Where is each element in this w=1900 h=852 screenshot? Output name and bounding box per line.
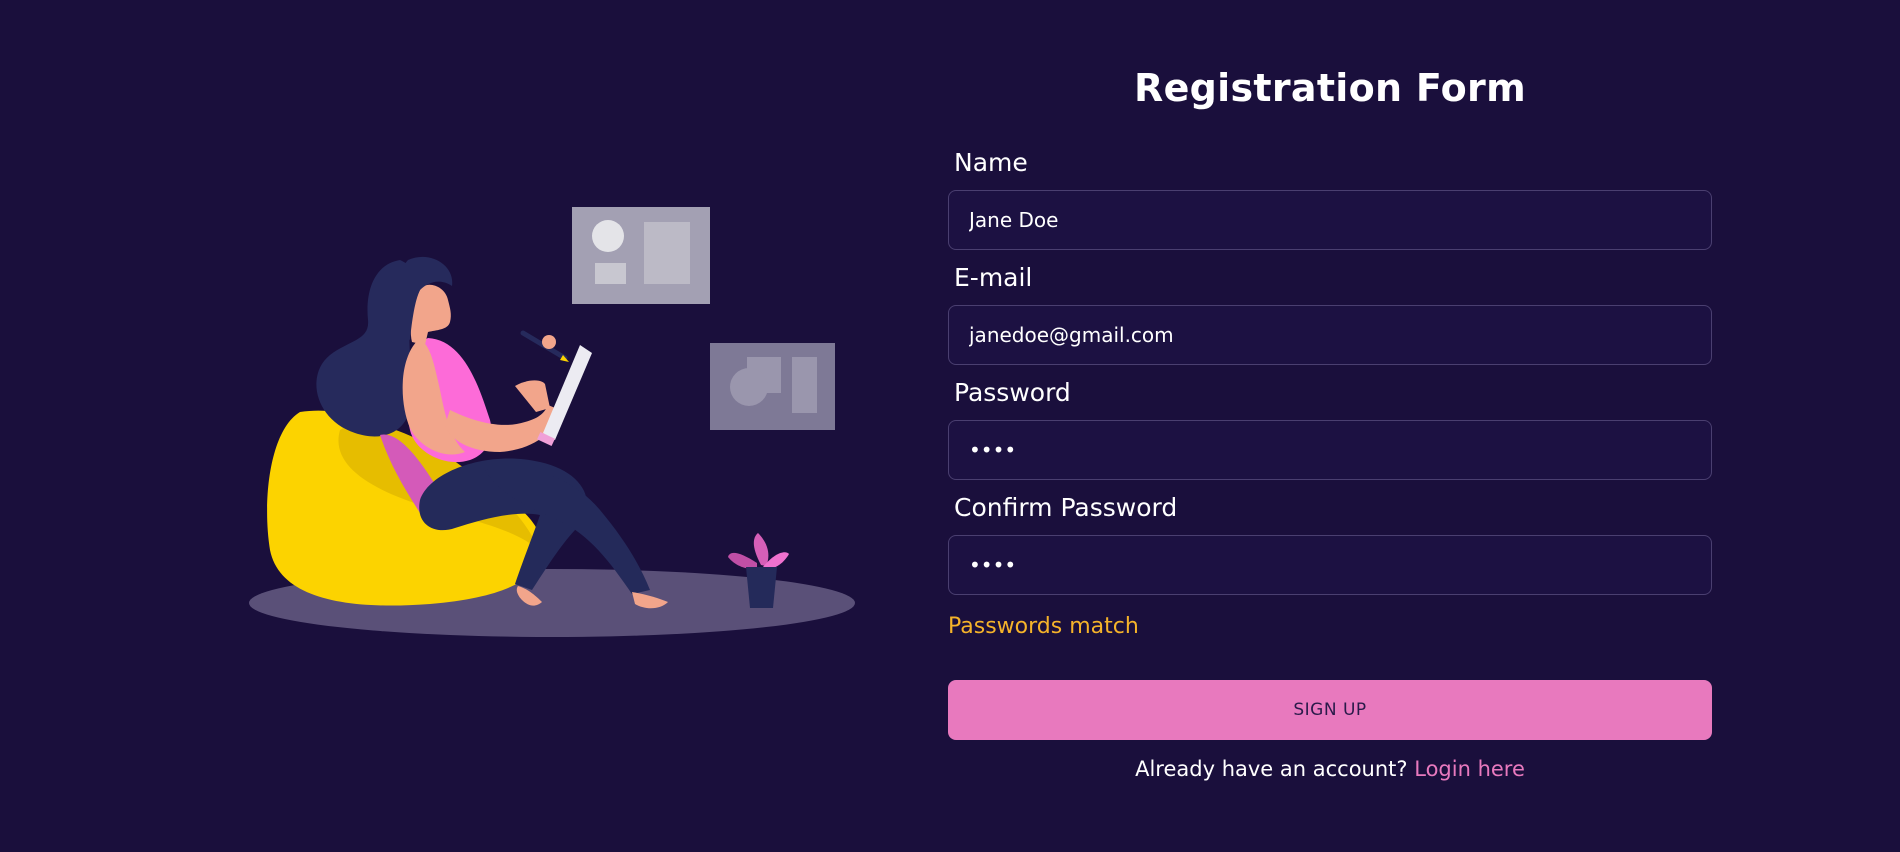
name-input[interactable] [948, 190, 1712, 250]
wall-frame-bottom [710, 343, 835, 430]
sign-up-button[interactable]: SIGN UP [948, 680, 1712, 740]
email-input[interactable] [948, 305, 1712, 365]
login-link[interactable]: Login here [1414, 757, 1525, 781]
notebook [543, 345, 592, 440]
confirm-password-label: Confirm Password [954, 493, 1178, 522]
form-title: Registration Form [1134, 66, 1526, 110]
name-label: Name [954, 148, 1028, 177]
email-label: E-mail [954, 263, 1033, 292]
illustration-svg [249, 207, 855, 637]
password-input[interactable] [948, 420, 1712, 480]
wall-frame-top [572, 207, 710, 304]
confirm-password-input[interactable] [948, 535, 1712, 595]
password-label: Password [954, 378, 1071, 407]
login-prompt: Already have an account? Login here [948, 757, 1712, 781]
password-match-status: Passwords match [948, 614, 1139, 639]
registration-form: Registration Form Name E-mail Password C… [948, 0, 1712, 852]
woman-on-beanbag-illustration [240, 190, 880, 650]
registration-page: Registration Form Name E-mail Password C… [0, 0, 1900, 852]
login-prompt-text: Already have an account? [1135, 757, 1408, 781]
